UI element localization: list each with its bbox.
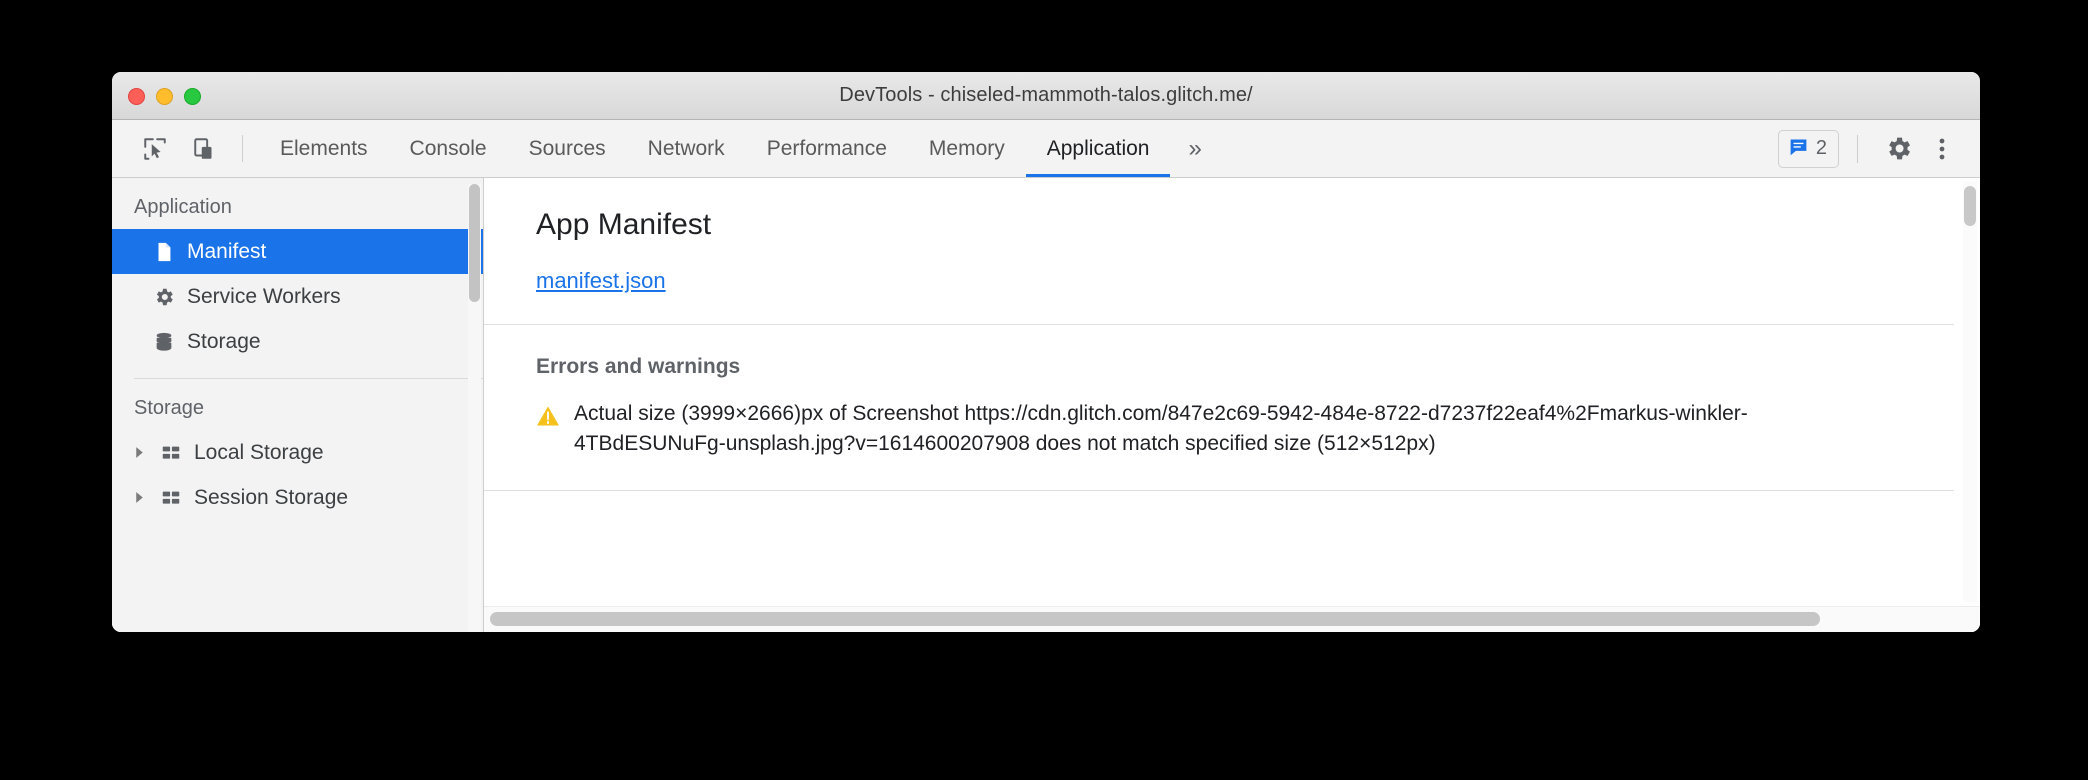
manifest-json-link[interactable]: manifest.json [536,268,666,294]
more-tabs-icon[interactable]: » [1170,120,1219,177]
table-icon [159,486,183,510]
sidebar-item-storage[interactable]: Storage [112,319,483,364]
main-vertical-scrollbar-thumb[interactable] [1964,186,1976,226]
main-vertical-scrollbar[interactable] [1963,182,1977,602]
main-horizontal-scrollbar[interactable] [484,606,1980,632]
toolbar-divider [242,135,243,162]
window-title: DevTools - chiseled-mammoth-talos.glitch… [839,84,1253,106]
tab-memory[interactable]: Memory [908,120,1026,177]
tab-console[interactable]: Console [389,120,508,177]
warning-triangle-icon [536,405,560,432]
errors-and-warnings-block: Errors and warnings Actual size (3999×26… [484,325,1954,491]
manifest-panel: App Manifest manifest.json Errors and wa… [484,178,1980,632]
devtools-toolbar: Elements Console Sources Network Perform… [112,120,1980,178]
sidebar-item-local-storage[interactable]: Local Storage [112,430,483,475]
message-bubble-icon [1788,136,1809,162]
sidebar-section-title-storage: Storage [134,397,205,419]
gear-icon[interactable] [1876,127,1920,171]
tab-application[interactable]: Application [1025,120,1171,177]
sidebar-item-service-workers[interactable]: Service Workers [112,274,483,319]
tab-performance[interactable]: Performance [746,120,908,177]
tab-sources[interactable]: Sources [508,120,627,177]
sidebar-item-session-storage[interactable]: Session Storage [112,475,483,520]
gear-icon [152,285,176,309]
sidebar-item-label: Service Workers [187,284,341,308]
zoom-window-button[interactable] [184,87,201,105]
main-horizontal-scrollbar-thumb[interactable] [490,612,1820,626]
device-toolbar-icon[interactable] [180,120,230,177]
inspect-cursor-icon[interactable] [130,120,180,177]
panel-tabs: Elements Console Sources Network Perform… [259,120,1220,177]
tab-network[interactable]: Network [627,120,746,177]
minimize-window-button[interactable] [156,87,173,105]
sidebar-item-label: Storage [187,329,261,353]
panel-body: Application Manifest Service Workers Sto… [112,178,1980,632]
sidebar-scrollbar-thumb[interactable] [469,184,480,302]
sidebar-scrollbar[interactable] [468,184,481,632]
sidebar-item-label: Manifest [187,239,267,263]
sidebar-item-label: Session Storage [194,485,349,509]
application-sidebar: Application Manifest Service Workers Sto… [112,178,484,632]
page-title: App Manifest [536,208,712,241]
kebab-menu-icon[interactable] [1920,127,1964,171]
window-controls [128,72,201,120]
sidebar-item-manifest[interactable]: Manifest [112,229,483,274]
chevron-right-icon[interactable] [130,491,148,504]
warning-message: Actual size (3999×2666)px of Screenshot … [574,402,1748,456]
devtools-window: DevTools - chiseled-mammoth-talos.glitch… [112,72,1980,632]
warning-item: Actual size (3999×2666)px of Screenshot … [536,399,1954,460]
database-icon [152,330,176,354]
message-count-badge[interactable]: 2 [1777,129,1839,168]
errors-heading: Errors and warnings [536,355,741,378]
manifest-header-block: App Manifest manifest.json [484,178,1954,325]
tab-elements[interactable]: Elements [259,120,389,177]
message-count: 2 [1815,137,1827,159]
chevron-right-icon[interactable] [130,446,148,459]
toolbar-right-group: 2 [1777,120,1980,177]
manifest-content: App Manifest manifest.json Errors and wa… [484,178,1980,606]
document-icon [152,240,176,264]
sidebar-section-title-application: Application [134,196,232,218]
window-titlebar: DevTools - chiseled-mammoth-talos.glitch… [112,72,1980,120]
table-icon [159,441,183,465]
toolbar-divider-right [1857,134,1858,163]
sidebar-item-label: Local Storage [194,440,324,464]
close-window-button[interactable] [128,87,145,105]
